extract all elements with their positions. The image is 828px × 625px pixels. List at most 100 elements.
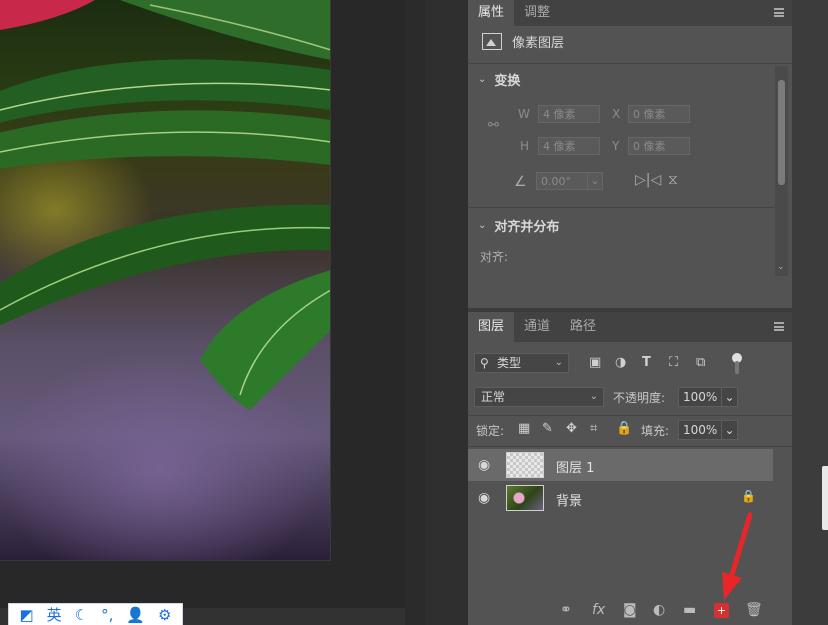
angle-dropdown[interactable]: ⌄ [587,172,603,190]
scrollbar-thumb[interactable] [778,80,785,185]
panel-menu-icon[interactable] [774,322,784,331]
eye-icon[interactable]: ◉ [478,490,490,506]
lock-icon: 🔒 [741,489,756,503]
type-filter-icon[interactable]: T [642,355,651,370]
layer-thumbnail [506,452,544,478]
eye-icon[interactable]: ◉ [478,457,490,473]
layer-row-background[interactable]: ◉ 背景 🔒 [468,482,773,514]
ime-menu-icon[interactable]: ◩ [19,607,33,623]
layer-row-layer1[interactable]: ◉ 图层 1 [468,449,773,481]
add-mask-icon[interactable]: ◙ [623,602,637,618]
tab-layers[interactable]: 图层 [468,312,515,342]
photoshop-window: ◩ 英 ☾ °, 👤 ⚙ 属性 调整 像素图层 ⌄ 变换 W 4 像素 X 0 … [0,0,828,625]
height-field[interactable]: 4 像素 [538,137,600,155]
lock-position-icon[interactable]: ✥ [566,421,577,436]
layers-bottom-toolbar: ⚭ fx ◙ ◐ ▬ + 🗑 [468,596,792,625]
canvas-vertical-scrollbar[interactable] [405,0,425,625]
search-icon: ⚲ [480,356,489,370]
properties-scrollbar[interactable]: ⌄ [775,66,788,276]
align-section-header[interactable]: ⌄ 对齐并分布 [478,216,559,235]
lock-all-icon[interactable]: 🔒 [616,421,632,436]
divider [468,446,792,447]
width-field[interactable]: 4 像素 [538,105,600,123]
ime-settings-icon[interactable]: ⚙ [158,607,171,623]
chevron-down-icon: ⌄ [478,220,487,231]
divider [468,415,792,416]
angle-icon: ∠ [514,174,527,190]
pixel-filter-icon[interactable]: ▣ [589,355,601,370]
fx-icon[interactable]: fx [592,602,605,618]
canvas-area[interactable]: ◩ 英 ☾ °, 👤 ⚙ [0,0,425,625]
tab-channels[interactable]: 通道 [514,312,560,342]
fill-field[interactable]: 100% [678,420,722,440]
blend-mode-dropdown[interactable]: 正常 ⌄ [474,387,604,407]
properties-tabbar: 属性 调整 [468,0,792,26]
layer-filter-row: ⚲ 类型 ⌄ ▣ ◑ T ⛶ ⧉ [474,353,786,375]
smart-object-filter-icon[interactable]: ⧉ [696,355,705,370]
opacity-label: 不透明度: [613,391,666,405]
layers-tabbar: 图层 通道 路径 [468,312,792,342]
new-layer-icon[interactable]: + [714,603,729,618]
layer-type-label: 像素图层 [512,36,565,51]
blend-mode-label: 正常 [481,390,506,404]
layer-name[interactable]: 背景 [556,490,582,509]
ime-punctuation-icon[interactable]: °, [101,607,113,623]
flip-vertical-icon[interactable]: ⧖ [668,172,678,188]
fill-label: 填充: [641,424,670,438]
divider [468,207,774,208]
new-group-folder-icon[interactable]: ▬ [683,602,696,618]
ime-user-icon[interactable]: 👤 [126,607,145,623]
align-title: 对齐并分布 [494,220,560,235]
trash-icon[interactable]: 🗑 [745,602,763,618]
filter-toggle[interactable] [732,353,742,375]
tab-properties[interactable]: 属性 [468,0,515,26]
x-label: X [612,107,621,121]
lock-transparent-icon[interactable]: ▦ [518,421,530,436]
chevron-down-icon: ⌄ [589,391,598,402]
tab-paths[interactable]: 路径 [560,312,606,342]
w-label: W [518,107,530,121]
tab-adjustments[interactable]: 调整 [514,0,560,26]
layer-thumbnail [506,485,544,511]
h-label: H [520,139,530,153]
link-icon[interactable]: ⚯ [488,119,499,138]
document-image[interactable] [0,0,331,561]
leaf-artwork [0,0,330,410]
adjustment-layer-icon[interactable]: ◐ [653,602,665,618]
ime-toolbar: ◩ 英 ☾ °, 👤 ⚙ [8,603,183,625]
transform-section-header[interactable]: ⌄ 变换 [478,70,520,89]
x-field[interactable]: 0 像素 [628,105,690,123]
adjustment-filter-icon[interactable]: ◑ [615,355,626,370]
opacity-dropdown[interactable]: ⌄ [721,387,738,407]
filter-type-label: 类型 [497,356,522,370]
edge-handle[interactable] [822,466,828,530]
filter-type-dropdown[interactable]: ⚲ 类型 ⌄ [474,353,569,373]
ime-moon-icon[interactable]: ☾ [75,607,88,623]
fill-dropdown[interactable]: ⌄ [721,420,738,440]
link-layers-icon[interactable]: ⚭ [560,602,572,618]
panel-menu-icon[interactable] [774,8,784,17]
layer-type-header: 像素图层 [482,32,564,51]
flip-horizontal-icon[interactable]: ▷|◁ [635,172,661,188]
lock-brush-icon[interactable]: ✎ [542,421,553,436]
angle-field[interactable]: 0.00° [536,172,588,190]
y-label: Y [612,139,620,153]
layer-name[interactable]: 图层 1 [556,457,594,476]
collapsed-panel-strip [425,0,468,625]
chevron-down-icon: ⌄ [478,74,487,85]
shape-filter-icon[interactable]: ⛶ [669,355,678,370]
layers-panel: 图层 通道 路径 ⚲ 类型 ⌄ ▣ ◑ T ⛶ ⧉ 正常 ⌄ 不透明度: 100… [468,312,792,625]
lock-artboard-icon[interactable]: ⌗ [590,421,597,436]
ime-language-toggle[interactable]: 英 [47,607,62,623]
opacity-field[interactable]: 100% [678,387,722,407]
properties-panel: 属性 调整 像素图层 ⌄ 变换 W 4 像素 X 0 像素 ⚯ H 4 像素 Y… [468,0,792,308]
transform-title: 变换 [494,74,521,89]
chevron-down-icon: ⌄ [554,357,563,368]
divider [468,63,792,64]
pixel-layer-icon [482,33,502,50]
scroll-down-icon[interactable]: ⌄ [777,262,785,272]
lock-label: 锁定: [476,424,505,438]
align-label: 对齐: [480,250,509,264]
y-field[interactable]: 0 像素 [628,137,690,155]
toggle-track [735,361,739,374]
